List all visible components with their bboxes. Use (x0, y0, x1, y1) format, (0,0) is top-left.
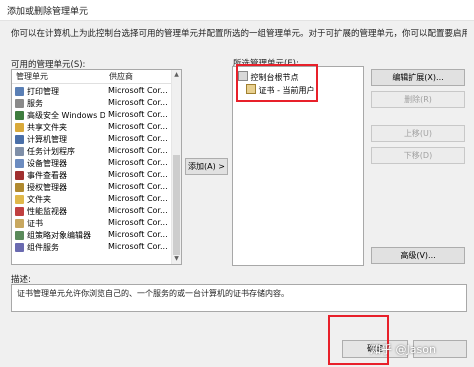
snapin-name: 共享文件夹 (27, 123, 67, 132)
list-item[interactable]: 计算机管理 Microsoft Cor... (12, 134, 171, 146)
snapin-vendor: Microsoft Cor... (108, 134, 168, 143)
list-item[interactable]: 事件查看器 Microsoft Cor... (12, 170, 171, 182)
snapin-vendor: Microsoft Cor... (108, 206, 168, 215)
snapin-icon (15, 123, 24, 132)
snapin-vendor: Microsoft Cor... (108, 86, 168, 95)
remove-button[interactable]: 删除(R) (371, 91, 465, 108)
advanced-button[interactable]: 高级(V)... (371, 247, 465, 264)
watermark: 知乎 @Jason (370, 343, 436, 356)
window-title: 添加或删除管理单元 (7, 7, 89, 17)
move-up-button[interactable]: 上移(U) (371, 125, 465, 142)
snapin-name: 文件夹 (27, 195, 51, 204)
snapin-vendor: Microsoft Cor... (108, 110, 168, 119)
snapin-icon (15, 171, 24, 180)
description-box: 证书管理单元允许你浏览自己的、一个服务的或一台计算机的证书存储内容。 (11, 284, 467, 312)
list-scrollbar[interactable]: ▲ ▼ (171, 70, 181, 264)
snapin-icon (15, 231, 24, 240)
column-name-header[interactable]: 管理单元 (16, 71, 48, 82)
snapin-vendor: Microsoft Cor... (108, 146, 168, 155)
list-item[interactable]: 授权管理器 Microsoft Cor... (12, 182, 171, 194)
list-item[interactable]: 共享文件夹 Microsoft Cor... (12, 122, 171, 134)
snapin-name: 打印管理 (27, 87, 59, 96)
snapin-name: 服务 (27, 99, 43, 108)
list-item[interactable]: 服务 Microsoft Cor... (12, 98, 171, 110)
list-item[interactable]: 任务计划程序 Microsoft Cor... (12, 146, 171, 158)
snapin-icon (15, 87, 24, 96)
list-item[interactable]: 高级安全 Windows Def...Microsoft Cor... (12, 110, 171, 122)
snapin-icon (15, 243, 24, 252)
list-item[interactable]: 设备管理器 Microsoft Cor... (12, 158, 171, 170)
scroll-down-icon[interactable]: ▼ (173, 255, 180, 263)
snapin-name: 授权管理器 (27, 183, 67, 192)
highlight-box-ok (328, 315, 389, 365)
snapin-name: 计算机管理 (27, 135, 67, 144)
snapin-icon (15, 207, 24, 216)
snapin-name: 证书 (27, 219, 43, 228)
snapin-name: 组件服务 (27, 243, 59, 252)
list-item[interactable]: 组件服务 Microsoft Cor... (12, 242, 171, 254)
list-item[interactable]: 组策略对象编辑器 Microsoft Cor... (12, 230, 171, 242)
edit-extensions-button[interactable]: 编辑扩展(X)... (371, 69, 465, 86)
move-down-button[interactable]: 下移(D) (371, 147, 465, 164)
snapin-name: 任务计划程序 (27, 147, 75, 156)
list-item[interactable]: 文件夹 Microsoft Cor... (12, 194, 171, 206)
list-header: 管理单元 供应商 (12, 70, 171, 84)
snapin-vendor: Microsoft Cor... (108, 194, 168, 203)
snapin-icon (15, 99, 24, 108)
scroll-thumb[interactable] (173, 155, 180, 255)
snapin-icon (15, 159, 24, 168)
snapin-icon (15, 111, 24, 120)
snapin-vendor: Microsoft Cor... (108, 218, 168, 227)
snapin-vendor: Microsoft Cor... (108, 182, 168, 191)
snapin-vendor: Microsoft Cor... (108, 122, 168, 131)
snapin-icon (15, 147, 24, 156)
snapin-vendor: Microsoft Cor... (108, 242, 168, 251)
snapin-name: 设备管理器 (27, 159, 67, 168)
snapin-vendor: Microsoft Cor... (108, 230, 168, 239)
dialog-description: 你可以在计算机上为此控制台选择可用的管理单元并配置所选的一组管理单元。对于可扩展… (11, 29, 467, 39)
list-item[interactable]: 性能监视器 Microsoft Cor... (12, 206, 171, 218)
snapin-vendor: Microsoft Cor... (108, 158, 168, 167)
snapin-vendor: Microsoft Cor... (108, 170, 168, 179)
column-vendor-header[interactable]: 供应商 (109, 71, 133, 82)
add-button[interactable]: 添加(A) > (185, 158, 228, 175)
snapin-name: 高级安全 Windows Def... (27, 111, 105, 120)
snapin-name: 组策略对象编辑器 (27, 231, 91, 240)
list-item[interactable]: 证书 Microsoft Cor... (12, 218, 171, 230)
snapin-icon (15, 183, 24, 192)
snapin-name: 性能监视器 (27, 207, 67, 216)
snapin-icon (15, 135, 24, 144)
snapin-icon (15, 219, 24, 228)
snapin-icon (15, 195, 24, 204)
available-snapins-list[interactable]: 管理单元 供应商 打印管理 Microsoft Cor... 服务 Microsoft… (11, 69, 182, 265)
list-item[interactable]: 打印管理 Microsoft Cor... (12, 86, 171, 98)
title-bar: 添加或删除管理单元 (0, 0, 474, 21)
snapin-vendor: Microsoft Cor... (108, 98, 168, 107)
scroll-up-icon[interactable]: ▲ (173, 71, 180, 79)
highlight-box-selected (236, 64, 318, 102)
snapin-name: 事件查看器 (27, 171, 67, 180)
